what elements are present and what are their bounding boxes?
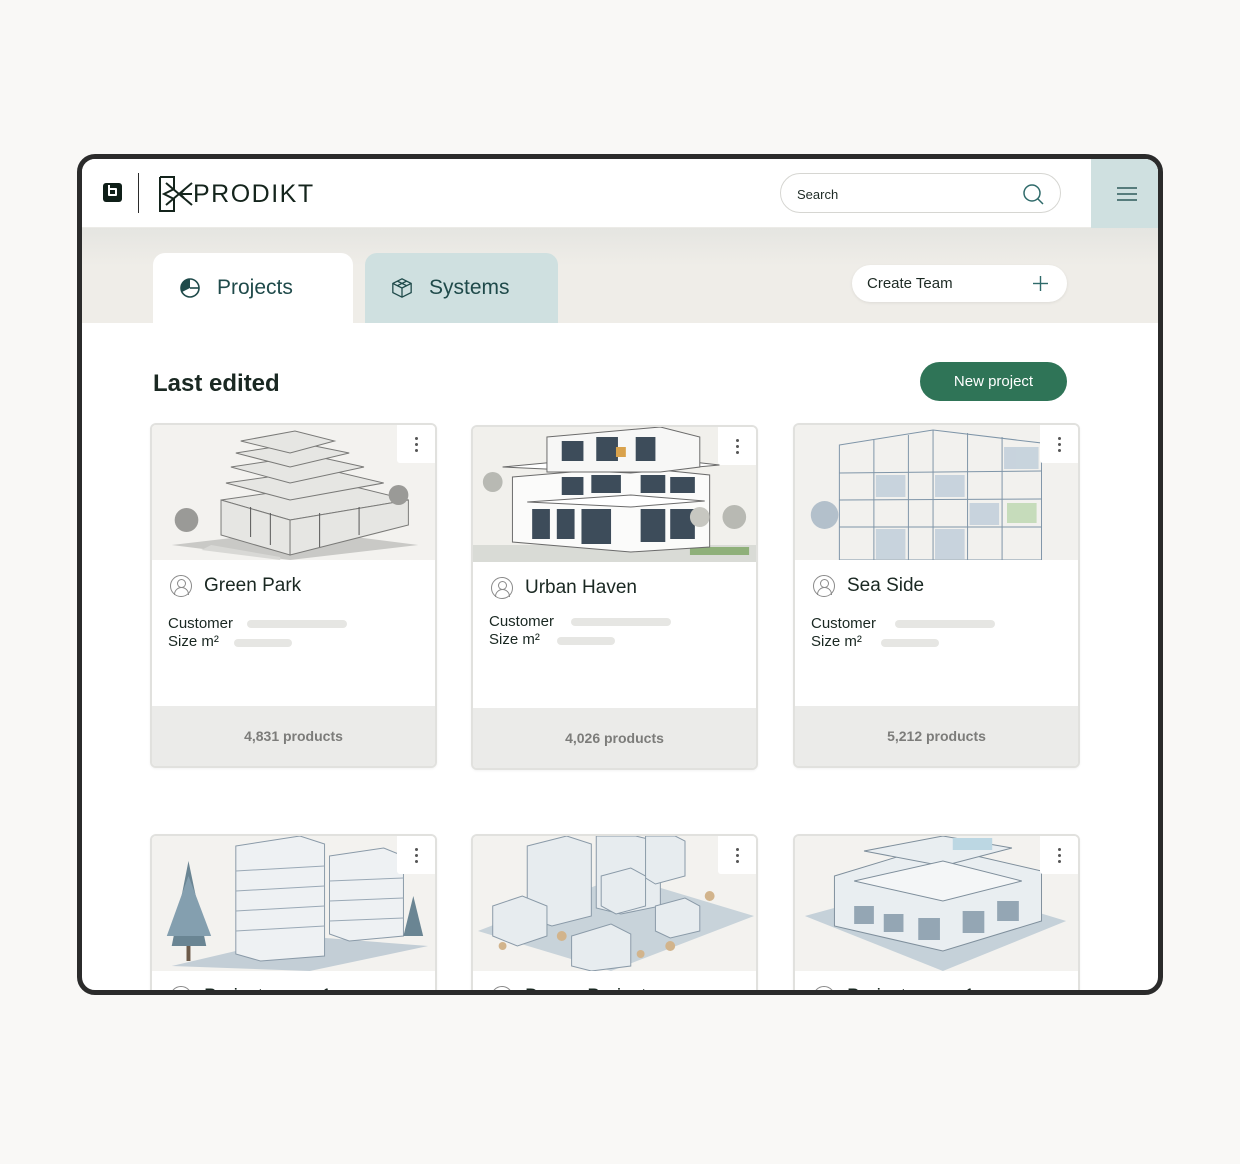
tab-bar: Projects Systems Create Team xyxy=(82,228,1158,323)
project-thumbnail xyxy=(473,427,756,562)
pie-chart-icon xyxy=(180,278,200,298)
customer-label: Customer xyxy=(811,615,877,632)
user-icon xyxy=(170,986,192,990)
app-window: PRODIKT Projects xyxy=(77,154,1163,995)
user-icon xyxy=(491,577,513,599)
more-options-button[interactable] xyxy=(718,427,756,465)
card-footer: 4,026 products xyxy=(473,708,756,768)
project-card-6[interactable]: Project name 1 xyxy=(793,834,1080,990)
search-input[interactable] xyxy=(797,184,1007,204)
size-label: Size m² xyxy=(168,633,219,650)
search-bar[interactable] xyxy=(780,173,1061,213)
customer-label: Customer xyxy=(168,615,234,632)
size-placeholder xyxy=(881,639,939,647)
header-divider xyxy=(138,173,139,213)
size-label: Size m² xyxy=(489,631,540,648)
logo-text: PRODIKT xyxy=(193,179,315,208)
more-options-button[interactable] xyxy=(1040,425,1078,463)
project-card-urban-haven[interactable]: Urban Haven Customer Size m² 4,026 produ… xyxy=(471,425,758,770)
hamburger-menu-button[interactable] xyxy=(1091,159,1158,228)
more-options-button[interactable] xyxy=(397,425,435,463)
new-project-button[interactable]: New project xyxy=(920,362,1067,401)
size-label: Size m² xyxy=(811,633,862,650)
product-count: 5,212 products xyxy=(887,728,986,744)
tab-projects-label: Projects xyxy=(217,276,293,299)
tab-projects[interactable]: Projects xyxy=(153,253,353,323)
plus-icon xyxy=(1033,276,1048,291)
project-name: Green Park xyxy=(204,575,302,596)
top-header: PRODIKT xyxy=(82,159,1158,228)
project-card-5[interactable]: Dream Project xyxy=(471,834,758,990)
project-thumbnail xyxy=(152,836,435,971)
customer-placeholder xyxy=(571,618,671,626)
more-options-button[interactable] xyxy=(718,836,756,874)
size-placeholder xyxy=(234,639,292,647)
project-thumbnail xyxy=(152,425,435,560)
card-footer: 4,831 products xyxy=(152,706,435,766)
project-name: Project name 1 xyxy=(204,986,332,990)
prodikt-logo-icon xyxy=(159,176,193,212)
project-card-green-park[interactable]: Green Park Customer Size m² 4,831 produc… xyxy=(150,423,437,768)
project-name: Urban Haven xyxy=(525,577,637,598)
product-count: 4,831 products xyxy=(244,728,343,744)
more-options-button[interactable] xyxy=(1040,836,1078,874)
size-placeholder xyxy=(557,637,615,645)
page-title: Last edited xyxy=(153,370,280,397)
cube-icon xyxy=(392,278,412,298)
customer-label: Customer xyxy=(489,613,555,630)
customer-placeholder xyxy=(895,620,995,628)
card-footer: 5,212 products xyxy=(795,706,1078,766)
project-thumbnail xyxy=(795,425,1078,560)
app-switcher-icon[interactable] xyxy=(103,183,122,202)
user-icon xyxy=(491,986,513,990)
product-count: 4,026 products xyxy=(565,730,664,746)
search-icon[interactable] xyxy=(1022,183,1044,205)
project-thumbnail xyxy=(795,836,1078,971)
create-team-label: Create Team xyxy=(867,275,953,292)
create-team-button[interactable]: Create Team xyxy=(852,265,1067,302)
customer-placeholder xyxy=(247,620,347,628)
tab-systems[interactable]: Systems xyxy=(365,253,558,323)
user-icon xyxy=(170,575,192,597)
project-name: Dream Project xyxy=(525,986,646,990)
hamburger-icon xyxy=(1117,186,1137,201)
user-icon xyxy=(813,575,835,597)
project-name: Project name 1 xyxy=(847,986,975,990)
more-options-button[interactable] xyxy=(397,836,435,874)
project-name: Sea Side xyxy=(847,575,925,596)
project-card-4[interactable]: Project name 1 xyxy=(150,834,437,990)
project-card-sea-side[interactable]: Sea Side Customer Size m² 5,212 products xyxy=(793,423,1080,768)
tab-systems-label: Systems xyxy=(429,276,510,299)
user-icon xyxy=(813,986,835,990)
project-thumbnail xyxy=(473,836,756,971)
prodikt-logo[interactable]: PRODIKT xyxy=(158,175,315,213)
